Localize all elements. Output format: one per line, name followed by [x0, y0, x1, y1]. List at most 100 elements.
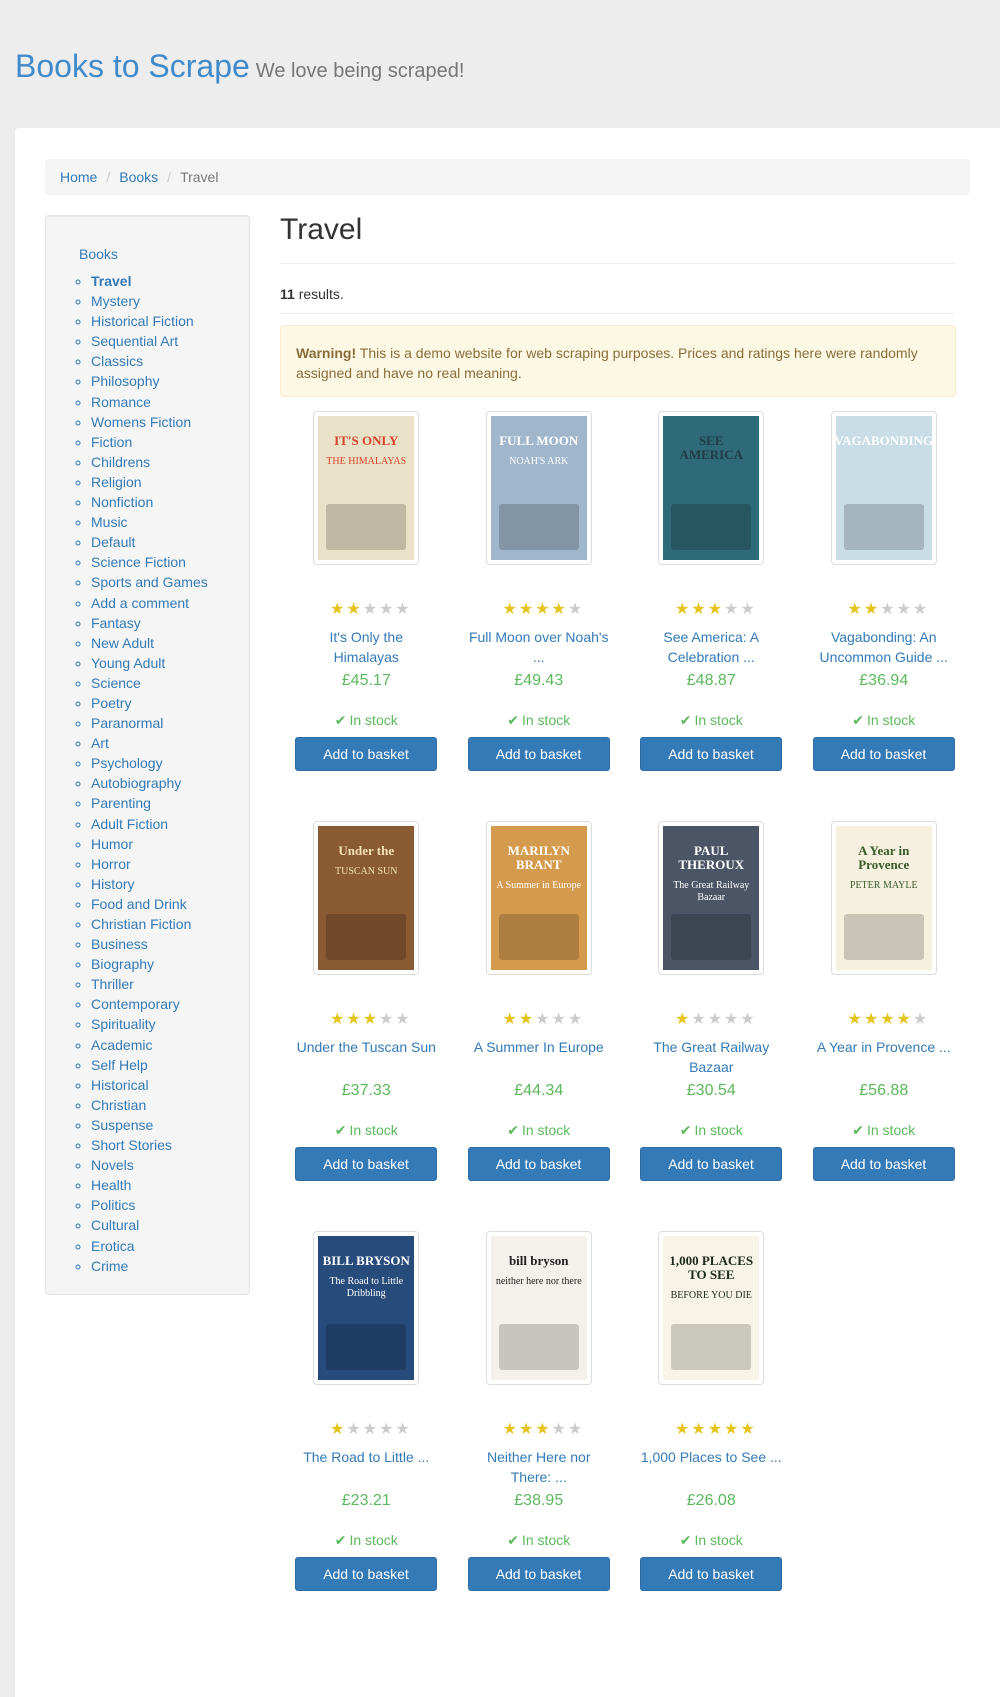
- book-cover-link[interactable]: A Year in Provence PETER MAYLE: [830, 821, 937, 975]
- sidebar-item-childrens[interactable]: Childrens: [91, 452, 208, 472]
- add-to-basket-button[interactable]: Add to basket: [812, 1147, 955, 1181]
- sidebar-item-academic[interactable]: Academic: [91, 1035, 208, 1055]
- book-cover-link[interactable]: IT'S ONLY THE HIMALAYAS: [313, 411, 420, 565]
- star-icon: ★: [535, 601, 550, 618]
- sidebar-item-default[interactable]: Default: [91, 532, 208, 552]
- cover-illustration: [498, 504, 579, 550]
- sidebar-item-biography[interactable]: Biography: [91, 954, 208, 974]
- add-to-basket-button[interactable]: Add to basket: [467, 1147, 610, 1181]
- cover-illustration: [498, 1324, 579, 1370]
- sidebar-item-nonfiction[interactable]: Nonfiction: [91, 492, 208, 512]
- add-to-basket-button[interactable]: Add to basket: [467, 737, 610, 771]
- add-to-basket-button[interactable]: Add to basket: [467, 1557, 610, 1591]
- sidebar-item-adult-fiction[interactable]: Adult Fiction: [91, 814, 208, 834]
- sidebar-item-art[interactable]: Art: [91, 733, 208, 753]
- cover-text: MARILYN BRANT: [507, 843, 570, 872]
- book-cover-link[interactable]: BILL BRYSON The Road to Little Dribbling: [313, 1231, 420, 1385]
- sidebar-item-sports-and-games[interactable]: Sports and Games: [91, 572, 208, 592]
- product-title-link[interactable]: Vagabonding: An Uncommon Guide ...: [813, 627, 956, 667]
- sidebar-item-horror[interactable]: Horror: [91, 854, 208, 874]
- product-title-link[interactable]: The Great Railway Bazaar: [640, 1037, 783, 1077]
- product-title-link[interactable]: A Summer In Europe: [468, 1037, 611, 1057]
- add-to-basket-button[interactable]: Add to basket: [640, 1147, 782, 1181]
- add-to-basket-button[interactable]: Add to basket: [812, 737, 955, 771]
- add-to-basket-button[interactable]: Add to basket: [295, 1147, 437, 1181]
- product-title-link[interactable]: 1,000 Places to See ...: [640, 1447, 783, 1467]
- sidebar-item-travel[interactable]: Travel: [91, 271, 208, 291]
- book-cover-link[interactable]: PAUL THEROUX The Great Railway Bazaar: [658, 821, 765, 975]
- sidebar-item-suspense[interactable]: Suspense: [91, 1115, 208, 1135]
- check-icon: ✔: [679, 712, 692, 728]
- product-title-link[interactable]: It's Only the Himalayas: [295, 627, 438, 667]
- sidebar-item-fantasy[interactable]: Fantasy: [91, 613, 208, 633]
- sidebar-item-sequential-art[interactable]: Sequential Art: [91, 331, 208, 351]
- sidebar-books-link[interactable]: Books: [79, 246, 118, 262]
- product-title-line: ...: [532, 649, 545, 665]
- sidebar-item-politics[interactable]: Politics: [91, 1195, 208, 1215]
- check-icon: ✔: [852, 712, 864, 728]
- sidebar-item-health[interactable]: Health: [91, 1175, 208, 1195]
- star-icon: ★: [675, 1421, 690, 1438]
- sidebar-item-erotica[interactable]: Erotica: [91, 1236, 208, 1256]
- sidebar-item-romance[interactable]: Romance: [91, 392, 208, 412]
- book-cover-link[interactable]: SEE AMERICA: [658, 411, 765, 565]
- add-to-basket-button[interactable]: Add to basket: [295, 737, 437, 771]
- book-cover-link[interactable]: FULL MOON NOAH'S ARK: [485, 411, 592, 565]
- book-cover-link[interactable]: Under the TUSCAN SUN: [313, 821, 420, 975]
- sidebar-item-autobiography[interactable]: Autobiography: [91, 773, 208, 793]
- product-title-link[interactable]: Under the Tuscan Sun: [295, 1037, 438, 1057]
- sidebar-item-religion[interactable]: Religion: [91, 472, 208, 492]
- sidebar-item-history[interactable]: History: [91, 874, 208, 894]
- sidebar-item-self-help[interactable]: Self Help: [91, 1055, 208, 1075]
- sidebar-item-classics[interactable]: Classics: [91, 351, 208, 371]
- brand-link[interactable]: Books to Scrape: [15, 48, 250, 85]
- sidebar-item-christian[interactable]: Christian: [91, 1095, 208, 1115]
- sidebar-item-christian-fiction[interactable]: Christian Fiction: [91, 914, 208, 934]
- book-cover-link[interactable]: bill bryson neither here nor there: [485, 1231, 592, 1385]
- sidebar-item-parenting[interactable]: Parenting: [91, 793, 208, 813]
- sidebar-item-young-adult[interactable]: Young Adult: [91, 653, 208, 673]
- sidebar-item-womens-fiction[interactable]: Womens Fiction: [91, 412, 208, 432]
- sidebar-item-humor[interactable]: Humor: [91, 834, 208, 854]
- add-to-basket-button[interactable]: Add to basket: [295, 1557, 437, 1591]
- sidebar-item-new-adult[interactable]: New Adult: [91, 633, 208, 653]
- sidebar-item-business[interactable]: Business: [91, 934, 208, 954]
- sidebar-item-mystery[interactable]: Mystery: [91, 291, 208, 311]
- sidebar-item-historical[interactable]: Historical: [91, 1075, 208, 1095]
- sidebar-item-historical-fiction[interactable]: Historical Fiction: [91, 311, 208, 331]
- sidebar-item-poetry[interactable]: Poetry: [91, 693, 208, 713]
- sidebar-item-crime[interactable]: Crime: [91, 1256, 208, 1276]
- product-title-link[interactable]: Neither Here nor There: ...: [468, 1447, 611, 1487]
- product-title-link[interactable]: The Road to Little ...: [295, 1447, 438, 1467]
- sidebar-item-psychology[interactable]: Psychology: [91, 753, 208, 773]
- sidebar-item-cultural[interactable]: Cultural: [91, 1215, 208, 1235]
- sidebar-item-thriller[interactable]: Thriller: [91, 974, 208, 994]
- star-rating: ★ ★ ★ ★ ★: [330, 1422, 410, 1438]
- sidebar-item-spirituality[interactable]: Spirituality: [91, 1014, 208, 1034]
- breadcrumb-books[interactable]: Books: [119, 169, 158, 185]
- book-cover-link[interactable]: MARILYN BRANT A Summer in Europe: [485, 821, 592, 975]
- product-card: FULL MOON NOAH'S ARK ★ ★ ★ ★ ★ Full Moon over N…: [453, 407, 626, 817]
- book-cover-link[interactable]: VAGABONDING: [830, 411, 937, 565]
- add-to-basket-button[interactable]: Add to basket: [640, 737, 782, 771]
- sidebar-item-fiction[interactable]: Fiction: [91, 432, 208, 452]
- product-title-link[interactable]: Full Moon over Noah's...: [468, 627, 611, 667]
- sidebar-item-paranormal[interactable]: Paranormal: [91, 713, 208, 733]
- sidebar-item-science-fiction[interactable]: Science Fiction: [91, 552, 208, 572]
- star-icon: ★: [740, 1421, 755, 1438]
- product-card: bill bryson neither here nor there ★ ★ ★ ★ ★ Ne…: [453, 1227, 626, 1637]
- sidebar-item-short-stories[interactable]: Short Stories: [91, 1135, 208, 1155]
- book-cover-link[interactable]: 1,000 PLACES TO SEE BEFORE YOU DIE: [658, 1231, 765, 1385]
- breadcrumb-home[interactable]: Home: [60, 169, 97, 185]
- product-title-link[interactable]: See America: A Celebration ...: [640, 627, 783, 667]
- product-price: £48.87: [686, 672, 736, 689]
- sidebar-item-contemporary[interactable]: Contemporary: [91, 994, 208, 1014]
- sidebar-item-philosophy[interactable]: Philosophy: [91, 371, 208, 391]
- add-to-basket-button[interactable]: Add to basket: [640, 1557, 782, 1591]
- sidebar-item-science[interactable]: Science: [91, 673, 208, 693]
- sidebar-item-add-a-comment[interactable]: Add a comment: [91, 593, 208, 613]
- sidebar-item-novels[interactable]: Novels: [91, 1155, 208, 1175]
- sidebar-item-music[interactable]: Music: [91, 512, 208, 532]
- sidebar-item-food-and-drink[interactable]: Food and Drink: [91, 894, 208, 914]
- product-title-link[interactable]: A Year in Provence ...: [813, 1037, 956, 1057]
